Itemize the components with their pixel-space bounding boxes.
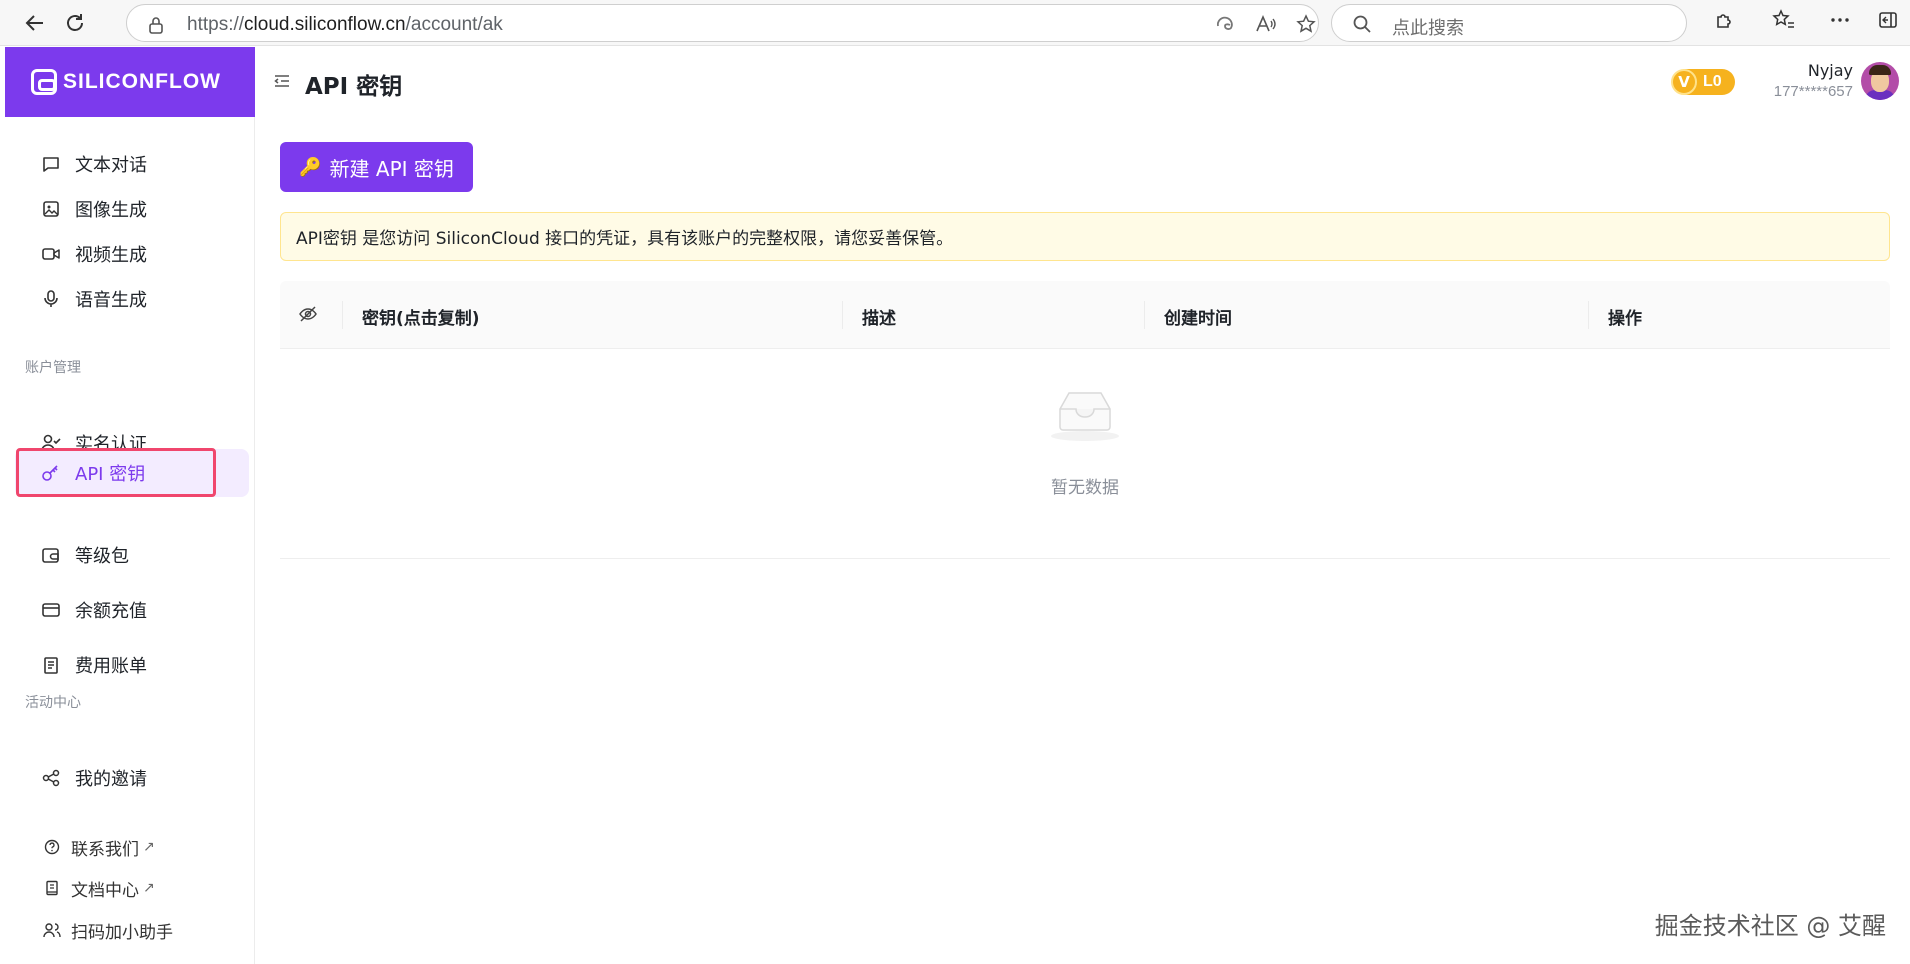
sidebar-item-recharge[interactable]: 余额充值 (15, 586, 249, 634)
sidebar-item-label: 语音生成 (75, 290, 147, 311)
search-placeholder: 点此搜索 (1392, 18, 1464, 39)
more-options-icon[interactable] (1826, 9, 1854, 37)
column-header-actions: 操作 (1608, 309, 1642, 329)
share-icon (41, 768, 61, 788)
sidebar-item-text-chat[interactable]: 文本对话 (15, 140, 249, 188)
eye-off-icon[interactable] (298, 305, 318, 327)
level-badge[interactable]: V L0 (1671, 69, 1735, 95)
help-circle-icon (43, 838, 61, 856)
credit-card-icon (41, 600, 61, 620)
new-api-key-button[interactable]: 🔑 新建 API 密钥 (280, 142, 473, 192)
sidebar-item-level-pack[interactable]: 等级包 (15, 531, 249, 579)
section-label-account: 账户管理 (25, 360, 81, 376)
footer-link-label: 扫码加小助手 (71, 922, 173, 943)
chat-icon (41, 154, 61, 174)
footer-link-label: 联系我们 (71, 839, 139, 860)
sidebar-item-label: 费用账单 (75, 656, 147, 677)
external-link-icon: ↗ (143, 880, 155, 896)
avatar[interactable] (1861, 62, 1899, 100)
annotation-highlight-box (16, 448, 216, 497)
video-icon (41, 244, 61, 264)
level-text: L0 (1703, 73, 1722, 90)
book-icon (43, 879, 61, 897)
sidebar-item-video-gen[interactable]: 视频生成 (15, 230, 249, 278)
browser-search-box[interactable]: 点此搜索 (1331, 4, 1687, 42)
sidebar-toggle-icon[interactable] (1874, 9, 1902, 37)
sidebar-item-label: 视频生成 (75, 245, 147, 266)
footer-link-contact[interactable]: 联系我们 ↗ (43, 833, 155, 861)
page-header: API 密钥 V L0 Nyjay 177*****657 (256, 47, 1910, 117)
edge-icon[interactable] (1214, 14, 1236, 36)
logo-text: SILICONFLOW (63, 70, 221, 93)
refresh-icon[interactable] (58, 7, 92, 39)
address-bar[interactable]: https://cloud.siliconflow.cn/account/ak (126, 4, 1319, 42)
user-name[interactable]: Nyjay (1808, 61, 1853, 80)
sidebar-item-speech-gen[interactable]: 语音生成 (15, 275, 249, 323)
sidebar-item-label: 等级包 (75, 546, 129, 567)
collapse-sidebar-icon[interactable] (274, 73, 290, 93)
sidebar-item-label: 图像生成 (75, 200, 147, 221)
external-link-icon: ↗ (143, 839, 155, 855)
notice-text: API密钥 是您访问 SiliconCloud 接口的凭证，具有该账户的完整权限… (296, 229, 954, 249)
receipt-icon (41, 655, 61, 675)
avatar-hair (1869, 65, 1891, 75)
api-keys-table: 密钥(点击复制) 描述 创建时间 操作 暂无数据 (280, 281, 1890, 559)
column-separator (1588, 301, 1589, 329)
extensions-icon[interactable] (1711, 9, 1739, 37)
sidebar-item-invitations[interactable]: 我的邀请 (15, 754, 249, 802)
new-api-key-label: 新建 API 密钥 (329, 156, 454, 181)
empty-state: 暂无数据 (280, 349, 1890, 559)
sidebar-item-billing[interactable]: 费用账单 (15, 641, 249, 689)
sidebar: SILICONFLOW 文本对话 图像生成 视频生成 语音生成 账户管理 实名认… (5, 47, 255, 964)
favorite-star-icon[interactable] (1295, 14, 1317, 36)
notice-banner: API密钥 是您访问 SiliconCloud 接口的凭证，具有该账户的完整权限… (280, 212, 1890, 261)
favorites-list-icon[interactable] (1770, 9, 1798, 37)
empty-text: 暂无数据 (1051, 478, 1119, 498)
column-separator (342, 301, 343, 329)
url-text[interactable]: https://cloud.siliconflow.cn/account/ak (187, 14, 503, 36)
wallet-icon (41, 545, 61, 565)
browser-toolbar: https://cloud.siliconflow.cn/account/ak … (0, 0, 1910, 46)
sidebar-item-image-gen[interactable]: 图像生成 (15, 185, 249, 233)
image-icon (41, 199, 61, 219)
lock-icon[interactable] (147, 15, 165, 39)
column-header-created: 创建时间 (1164, 309, 1232, 329)
table-header: 密钥(点击复制) 描述 创建时间 操作 (280, 281, 1890, 349)
microphone-icon (41, 289, 61, 309)
footer-link-label: 文档中心 (71, 880, 139, 901)
back-icon[interactable] (18, 7, 52, 39)
brand-logo[interactable]: SILICONFLOW (5, 47, 255, 117)
section-label-activity: 活动中心 (25, 695, 81, 711)
users-icon (43, 921, 61, 939)
key-emoji-icon: 🔑 (299, 156, 322, 178)
column-header-key: 密钥(点击复制) (362, 309, 480, 329)
empty-inbox-icon (1046, 387, 1124, 447)
sidebar-item-label: 我的邀请 (75, 769, 147, 790)
search-icon (1352, 14, 1372, 38)
read-aloud-icon[interactable] (1255, 14, 1277, 36)
sidebar-item-label: 文本对话 (75, 155, 147, 176)
sidebar-item-label: 余额充值 (75, 601, 147, 622)
column-separator (842, 301, 843, 329)
user-phone: 177*****657 (1773, 83, 1853, 100)
column-separator (1144, 301, 1145, 329)
footer-link-assistant[interactable]: 扫码加小助手 (43, 916, 173, 944)
column-header-description: 描述 (862, 309, 896, 329)
vip-icon: V (1671, 69, 1697, 95)
watermark: 掘金技术社区 @ 艾醒 (1654, 912, 1886, 940)
page-title: API 密钥 (305, 74, 403, 100)
logo-mark-icon (31, 69, 57, 95)
footer-link-docs[interactable]: 文档中心 ↗ (43, 874, 155, 902)
